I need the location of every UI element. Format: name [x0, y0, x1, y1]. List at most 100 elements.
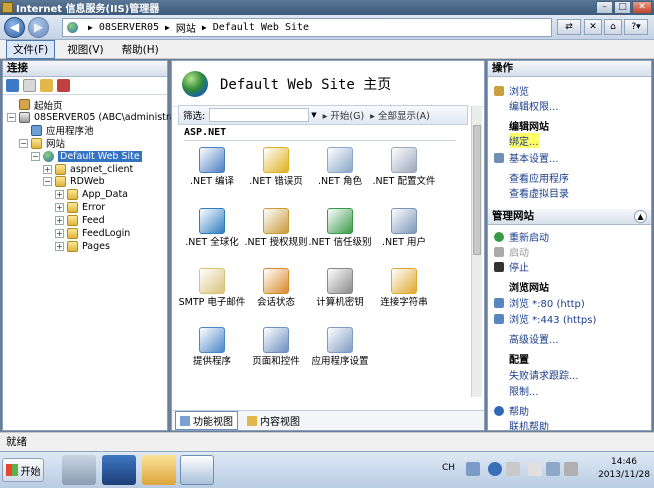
- tree-item[interactable]: + aspnet_client: [43, 163, 133, 176]
- action-item[interactable]: 查看应用程序: [494, 170, 569, 185]
- action-item[interactable]: 基本设置...: [494, 150, 559, 165]
- breadcrumb-site[interactable]: Default Web Site: [213, 22, 309, 33]
- expand-icon[interactable]: +: [55, 216, 64, 226]
- tree-item[interactable]: − RDWeb: [43, 175, 105, 188]
- filter-input[interactable]: [209, 108, 310, 122]
- action-item[interactable]: 浏览 *:443 (https): [494, 311, 596, 326]
- menu-file[interactable]: 文件(F): [6, 39, 56, 59]
- tree-item[interactable]: 应用程序池: [19, 124, 94, 137]
- action-item[interactable]: 绑定...: [494, 133, 539, 148]
- folder-icon: [55, 176, 66, 188]
- expand-icon[interactable]: +: [55, 190, 64, 200]
- connect-icon[interactable]: [6, 79, 19, 92]
- globe-icon: [43, 150, 54, 162]
- menu-help[interactable]: 帮助(H): [116, 41, 165, 58]
- address-field[interactable]: ▶ 08SERVER05 ▶ 网站 ▶ Default Web Site: [62, 18, 552, 37]
- action-item[interactable]: 浏览 *:80 (http): [494, 295, 585, 310]
- action-item: 浏览网站: [494, 279, 549, 294]
- refresh-icon[interactable]: [57, 79, 70, 92]
- expand-icon[interactable]: +: [43, 164, 52, 174]
- collapse-icon[interactable]: −: [43, 177, 52, 187]
- stop-nav-icon[interactable]: ✕: [584, 19, 602, 35]
- start-button[interactable]: 开始: [2, 458, 44, 482]
- collapse-icon[interactable]: −: [31, 151, 40, 161]
- volume-muted-icon[interactable]: [564, 462, 578, 476]
- feature-item[interactable]: 计算机密钥: [306, 268, 374, 308]
- show-all-button[interactable]: ▸ 全部显示(A): [370, 108, 430, 122]
- action-item[interactable]: 帮助: [494, 403, 529, 418]
- feature-item[interactable]: .NET 用户: [370, 208, 438, 248]
- feature-item[interactable]: 应用程序设置: [306, 327, 374, 367]
- network-icon[interactable]: ⇄: [557, 19, 581, 35]
- forward-button[interactable]: ▶: [28, 17, 49, 38]
- close-button[interactable]: ✕: [632, 1, 652, 14]
- action-item[interactable]: 重新启动: [494, 229, 549, 244]
- powershell-icon[interactable]: [102, 455, 136, 485]
- tree-item[interactable]: + FeedLogin: [55, 227, 130, 240]
- feature-item[interactable]: .NET 信任级别: [306, 208, 374, 248]
- chevron-down-icon[interactable]: ▼: [311, 111, 316, 119]
- expand-icon[interactable]: +: [55, 229, 64, 238]
- up-folder-icon[interactable]: [40, 79, 53, 92]
- feature-item[interactable]: 连接字符串: [370, 268, 438, 308]
- action-item[interactable]: 停止: [494, 259, 529, 274]
- expand-icon[interactable]: +: [55, 241, 64, 251]
- collapse-icon[interactable]: −: [7, 112, 16, 122]
- tab-content-view[interactable]: 内容视图: [242, 411, 305, 430]
- minimize-button[interactable]: –: [596, 1, 613, 14]
- start-filter-button[interactable]: ▸ 开始(G): [323, 108, 365, 122]
- maximize-button[interactable]: □: [614, 1, 631, 14]
- action-item[interactable]: 联机帮助: [494, 418, 549, 431]
- action-item[interactable]: 编辑权限...: [494, 98, 559, 113]
- feature-item[interactable]: .NET 角色: [306, 147, 374, 187]
- vertical-scrollbar[interactable]: [471, 107, 482, 397]
- action-item[interactable]: 查看虚拟目录: [494, 185, 569, 200]
- feature-item[interactable]: SMTP 电子邮件: [178, 268, 246, 308]
- ime-icon[interactable]: [466, 462, 480, 476]
- back-button[interactable]: ◀: [4, 17, 25, 38]
- feature-item[interactable]: .NET 编译: [178, 147, 246, 187]
- language-indicator[interactable]: CH: [442, 463, 455, 473]
- feature-item[interactable]: .NET 全球化: [178, 208, 246, 248]
- help-tray-icon[interactable]: [488, 462, 502, 476]
- action-item[interactable]: 失败请求跟踪...: [494, 367, 579, 382]
- network-tray-icon[interactable]: [546, 462, 560, 476]
- feature-item[interactable]: .NET 错误页: [242, 147, 310, 187]
- title-bar: Internet 信息服务(IIS)管理器: [0, 0, 654, 15]
- clock[interactable]: 14:46 2013/11/28: [596, 456, 652, 482]
- breadcrumb-server[interactable]: 08SERVER05: [99, 22, 159, 33]
- breadcrumb-sites[interactable]: 网站: [176, 20, 196, 35]
- explorer-icon[interactable]: [142, 455, 176, 485]
- tab-features-view[interactable]: 功能视图: [175, 411, 238, 430]
- tree-item[interactable]: − 网站: [19, 137, 65, 150]
- home-icon[interactable]: ⌂: [604, 19, 622, 35]
- save-icon[interactable]: [23, 79, 36, 92]
- tree-item[interactable]: − Default Web Site: [31, 150, 142, 163]
- help-dropdown-icon[interactable]: ?▾: [624, 19, 648, 35]
- scrollbar-thumb[interactable]: [473, 125, 481, 255]
- feature-item[interactable]: .NET 授权规则: [242, 208, 310, 248]
- feature-item[interactable]: 页面和控件: [242, 327, 310, 367]
- tree-item[interactable]: + Error: [55, 201, 105, 214]
- collapse-icon[interactable]: ▲: [634, 210, 647, 223]
- action-item[interactable]: 高级设置...: [494, 331, 559, 346]
- action-center-flag-icon[interactable]: [528, 462, 542, 476]
- expand-icon[interactable]: +: [55, 203, 64, 213]
- tree-item[interactable]: + App_Data: [55, 188, 128, 201]
- feature-item[interactable]: 会话状态: [242, 268, 310, 308]
- feature-label: .NET 信任级别: [308, 237, 372, 248]
- tree-item[interactable]: − 08SERVER05 (ABC\administra: [7, 111, 176, 124]
- action-spacer: [494, 421, 504, 431]
- iis-manager-taskbar-icon[interactable]: [180, 455, 214, 485]
- feature-item[interactable]: .NET 配置文件: [370, 147, 438, 187]
- tree-item[interactable]: + Pages: [55, 240, 110, 253]
- tray-arrow-icon[interactable]: [506, 462, 520, 476]
- feature-item[interactable]: 提供程序: [178, 327, 246, 367]
- collapse-icon[interactable]: −: [19, 138, 28, 148]
- action-item[interactable]: 浏览: [494, 83, 529, 98]
- tree-item[interactable]: + Feed: [55, 214, 105, 227]
- tree-item[interactable]: 起始页: [7, 98, 63, 112]
- action-item[interactable]: 限制...: [494, 383, 539, 398]
- menu-view[interactable]: 视图(V): [61, 41, 109, 58]
- server-manager-icon[interactable]: [62, 455, 96, 485]
